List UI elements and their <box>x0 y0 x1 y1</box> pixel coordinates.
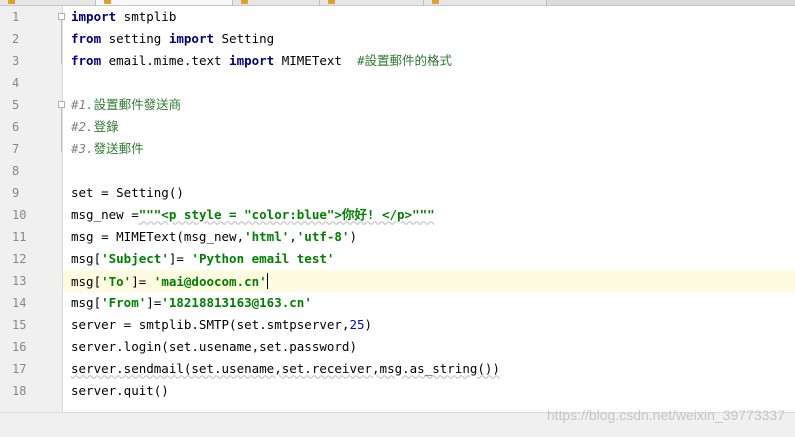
code-token: 'html' <box>244 229 290 244</box>
line-number: 3 <box>12 54 20 68</box>
code-token: smtplib <box>116 9 177 24</box>
line-number: 2 <box>12 32 20 46</box>
code-token: """<p style = "color:blue">你好! </p>""" <box>138 207 435 222</box>
code-token: set = Setting() <box>71 185 184 200</box>
code-token: server.quit() <box>71 383 169 398</box>
python-file-icon <box>104 0 111 4</box>
code-line[interactable]: #3.發送郵件 <box>63 138 795 160</box>
code-token: 'Python email test' <box>191 251 335 266</box>
line-number: 8 <box>12 164 20 178</box>
code-token: 'utf-8' <box>296 229 350 244</box>
code-line[interactable]: set = Setting() <box>63 182 795 204</box>
line-number: 15 <box>12 318 27 332</box>
code-line[interactable]: server.login(set.usename,set.password) <box>63 336 795 358</box>
code-token: #2. <box>71 119 94 134</box>
code-token: Setting <box>214 31 275 46</box>
line-number-gutter[interactable]: 1 2 3 4 5 6 7 8 9 10 11 12 13 14 15 16 17 18 <box>0 6 63 412</box>
code-line[interactable]: msg['To']= 'mai@doocom.cn' <box>63 270 795 292</box>
line-number: 14 <box>12 296 27 310</box>
code-token: server.login(set.usename,set.password) <box>71 339 357 354</box>
editor-tab[interactable] <box>320 0 424 5</box>
fold-marker-icon[interactable] <box>58 13 65 20</box>
line-number: 13 <box>12 274 27 288</box>
code-line[interactable]: #1.設置郵件發送商 <box>63 94 795 116</box>
python-file-icon <box>328 0 335 4</box>
line-number: 16 <box>12 340 27 354</box>
watermark: https://blog.csdn.net/weixin_39773337 <box>546 407 785 423</box>
editor-tab[interactable] <box>0 0 96 5</box>
fold-guide <box>61 20 62 64</box>
code-token: , <box>289 229 297 244</box>
fold-marker-icon[interactable] <box>58 101 65 108</box>
code-token: MIMEText <box>274 53 357 68</box>
code-token: msg[ <box>71 274 102 289</box>
code-token: 設置郵件發送商 <box>93 97 182 112</box>
text-caret <box>266 273 268 289</box>
line-number: 5 <box>12 98 20 112</box>
code-token: msg[ <box>71 295 102 310</box>
code-line[interactable]: msg = MIMEText(msg_new,'html','utf-8') <box>63 226 795 248</box>
code-token: #1. <box>71 97 94 112</box>
fold-guide <box>61 108 62 152</box>
code-token: #設置郵件的格式 <box>357 53 453 68</box>
line-number: 10 <box>12 208 27 222</box>
code-token: from <box>71 31 102 46</box>
code-line[interactable]: msg['From']='18218813163@163.cn' <box>63 292 795 314</box>
code-token: msg[ <box>71 251 102 266</box>
code-line[interactable]: server = smtplib.SMTP(set.smtpserver,25) <box>63 314 795 336</box>
code-token: import <box>229 53 275 68</box>
editor-tab-active[interactable] <box>96 0 233 5</box>
code-line[interactable]: msg['Subject']= 'Python email test' <box>63 248 795 270</box>
line-number: 9 <box>12 186 20 200</box>
code-token: setting <box>101 31 169 46</box>
code-line[interactable]: server.sendmail(set.usename,set.receiver… <box>63 358 795 380</box>
line-number: 17 <box>12 362 27 376</box>
editor-tab[interactable] <box>424 0 547 5</box>
code-token: ]= <box>168 251 192 266</box>
code-token: 'Subject' <box>101 251 169 266</box>
code-token: 'To' <box>101 274 132 289</box>
code-token: email.mime.text <box>101 53 230 68</box>
code-line[interactable]: msg_new ="""<p style = "color:blue">你好! … <box>63 204 795 226</box>
line-number: 12 <box>12 252 27 266</box>
editor-tab[interactable] <box>233 0 320 5</box>
line-number: 7 <box>12 142 20 156</box>
code-token: import <box>71 9 117 24</box>
code-line[interactable]: server.quit() <box>63 380 795 402</box>
code-line[interactable]: from email.mime.text import MIMEText #設置… <box>63 50 795 72</box>
line-number: 18 <box>12 384 27 398</box>
code-line[interactable]: from setting import Setting <box>63 28 795 50</box>
line-number: 6 <box>12 120 20 134</box>
line-number: 11 <box>12 230 27 244</box>
code-line[interactable] <box>63 160 795 182</box>
code-token: #3. <box>71 141 94 156</box>
code-token: 25 <box>349 317 365 332</box>
line-number: 1 <box>12 10 20 24</box>
code-token: msg_new = <box>71 207 139 222</box>
code-token: ]= <box>131 274 154 289</box>
code-editor[interactable]: import smtplib from setting import Settin… <box>63 6 795 412</box>
code-token: 登錄 <box>93 119 119 134</box>
code-token: server = smtplib.SMTP(set.smtpserver, <box>71 317 350 332</box>
code-token: 'mai@doocom.cn' <box>153 274 267 289</box>
code-token: import <box>168 31 214 46</box>
code-token: 發送郵件 <box>93 141 144 156</box>
code-token: 'From' <box>101 295 147 310</box>
code-line[interactable] <box>63 72 795 94</box>
code-token: '18218813163@163.cn' <box>161 295 312 310</box>
code-token: ) <box>364 317 373 332</box>
code-token: msg = MIMEText(msg_new, <box>71 229 245 244</box>
python-file-icon <box>432 0 439 4</box>
code-token: from <box>71 53 102 68</box>
line-number: 4 <box>12 76 20 90</box>
code-token: ]= <box>146 295 162 310</box>
code-line[interactable]: import smtplib <box>63 6 795 28</box>
code-token: server.sendmail(set.usename,set.receiver… <box>71 361 500 376</box>
code-line[interactable]: #2.登錄 <box>63 116 795 138</box>
python-file-icon <box>8 0 15 4</box>
code-token: ) <box>349 229 357 244</box>
python-file-icon <box>241 0 248 4</box>
